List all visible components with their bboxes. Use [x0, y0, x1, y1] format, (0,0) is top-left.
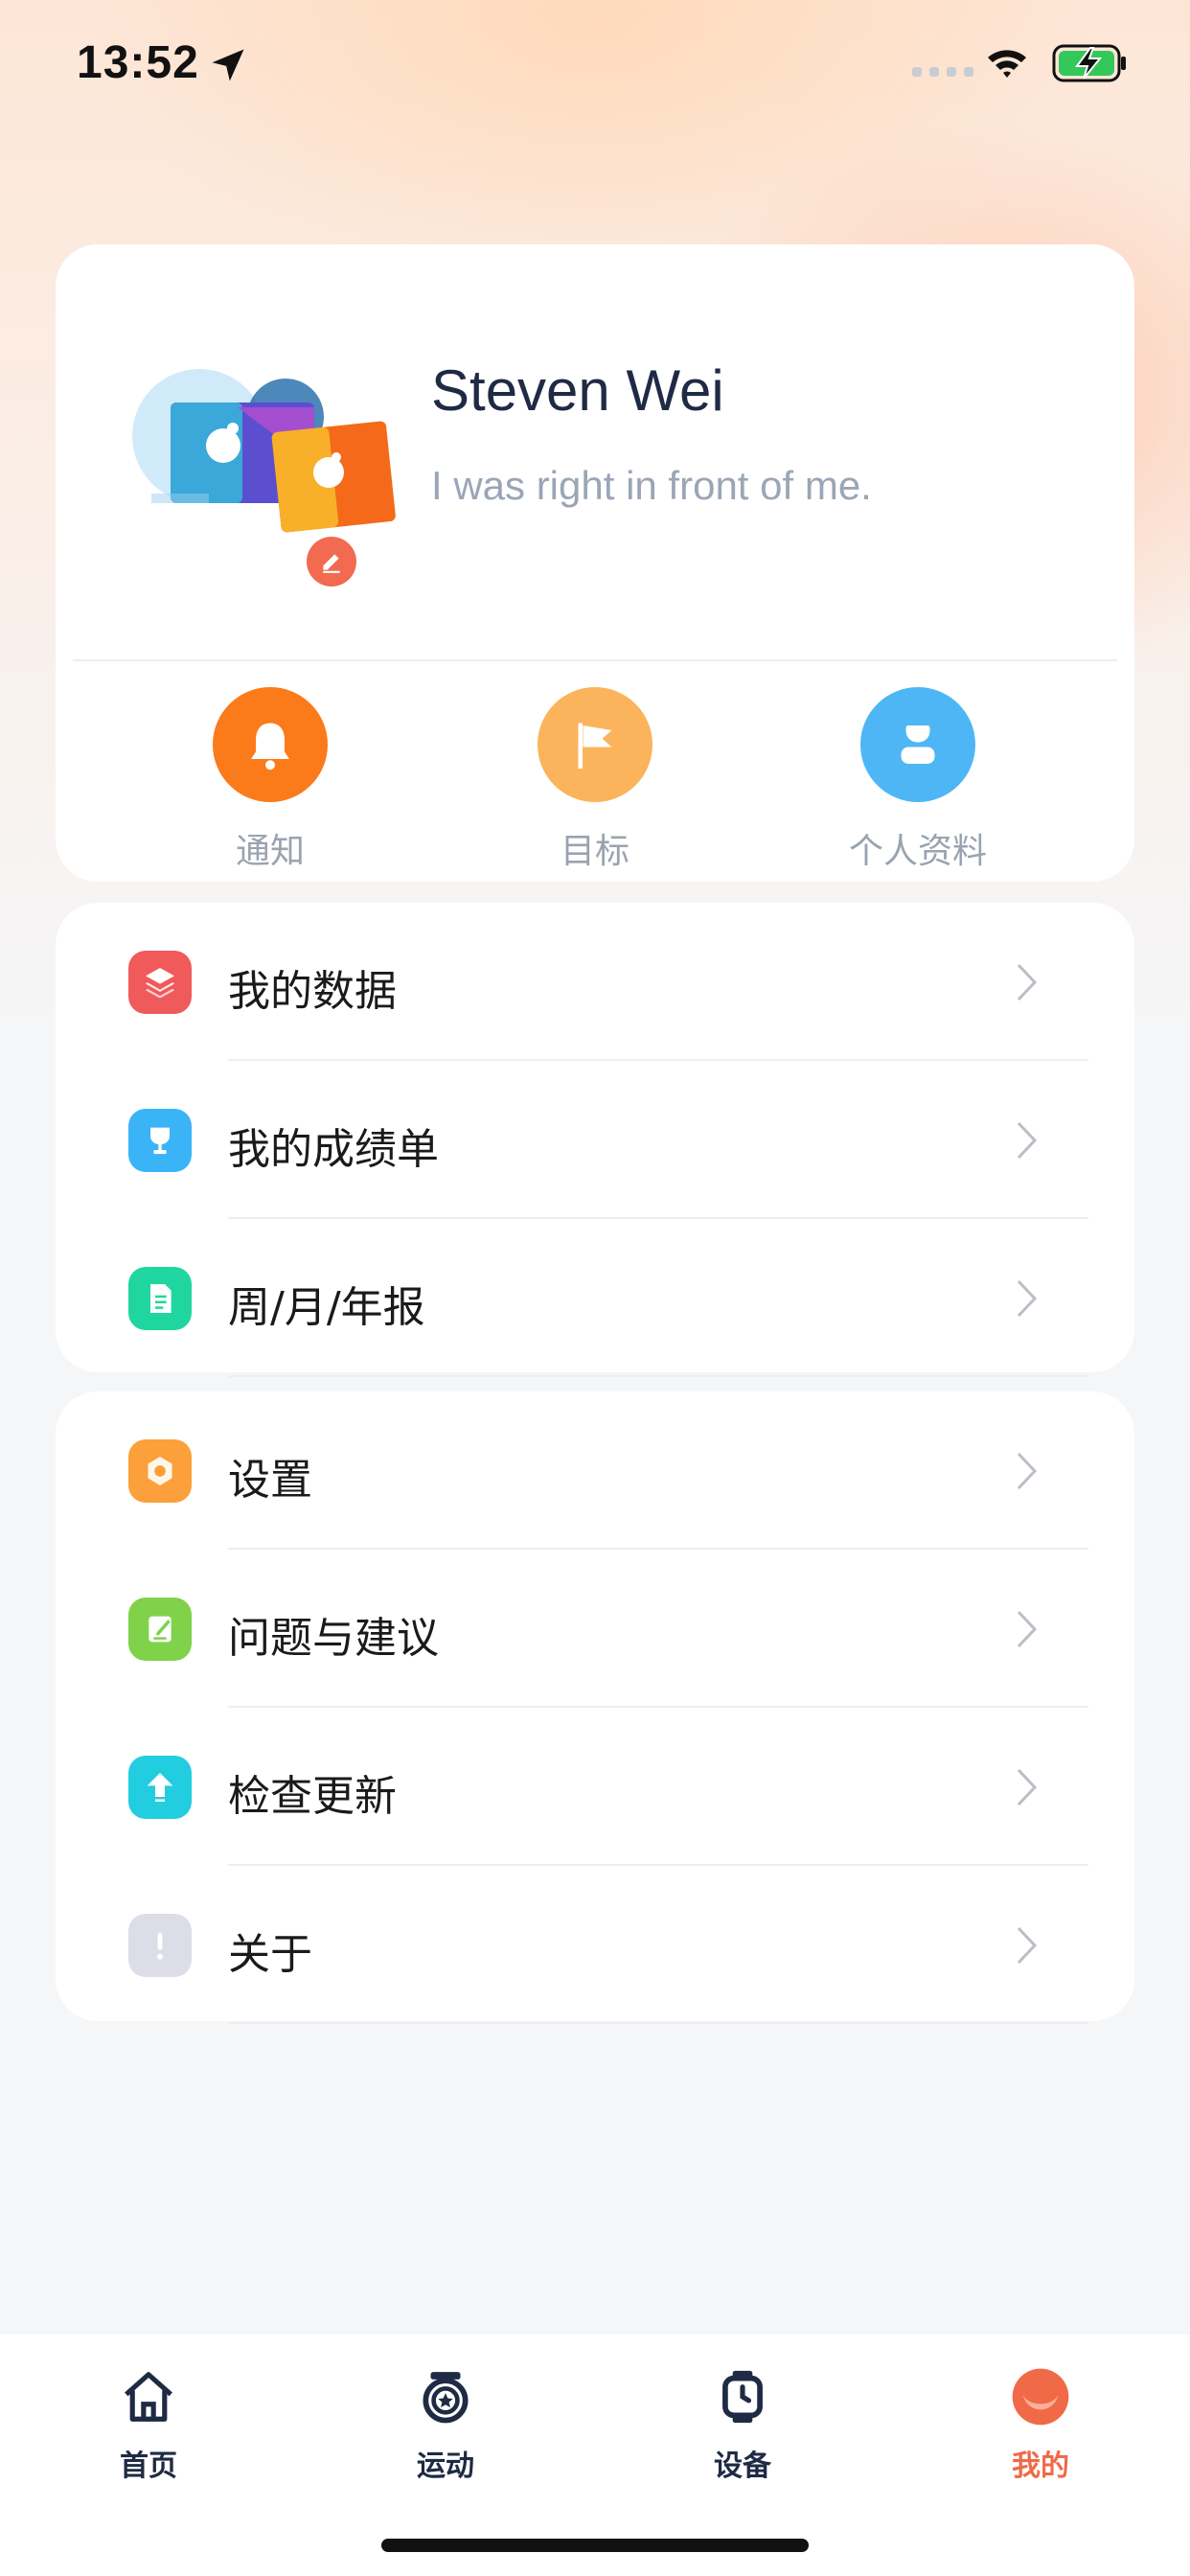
quick-action-label: 通知	[235, 832, 305, 871]
quick-action-profile[interactable]: 个人资料	[812, 687, 1023, 873]
profile-name: Steven Wei	[431, 358, 724, 423]
trophy-icon	[128, 1109, 192, 1172]
menu-item-label: 周/月/年报	[228, 1283, 425, 1332]
quick-action-goals[interactable]: 目标	[490, 687, 700, 873]
divider	[228, 1375, 1088, 1377]
home-icon	[115, 2363, 182, 2430]
menu-item-transcript[interactable]: 我的成绩单	[56, 1061, 1134, 1219]
layers-icon	[128, 951, 192, 1014]
quick-action-label: 目标	[560, 832, 629, 871]
menu-item-label: 问题与建议	[228, 1614, 439, 1663]
profile-card: Steven Wei I was right in front of me. 通…	[56, 244, 1134, 882]
avatar[interactable]	[132, 350, 420, 589]
status-bar: 13:52	[0, 0, 1190, 125]
chevron-right-icon	[1017, 1768, 1038, 1806]
edit-avatar-button[interactable]	[307, 537, 356, 586]
menu-item-settings[interactable]: 设置	[56, 1392, 1134, 1550]
chevron-right-icon	[1017, 1121, 1038, 1160]
document-icon	[128, 1267, 192, 1330]
menu-item-label: 我的成绩单	[228, 1125, 439, 1174]
tab-label: 首页	[120, 2450, 177, 2483]
menu-item-label: 关于	[228, 1930, 312, 1979]
gear-icon	[128, 1439, 192, 1503]
battery-charging-icon	[1052, 44, 1126, 82]
status-time: 13:52	[77, 37, 199, 88]
quick-action-notifications[interactable]: 通知	[165, 687, 376, 873]
upload-icon	[128, 1756, 192, 1819]
profile-bio: I was right in front of me.	[431, 463, 872, 508]
info-icon	[128, 1914, 192, 1977]
bell-icon	[213, 687, 328, 802]
feedback-icon	[128, 1598, 192, 1661]
profile-tab-icon	[1007, 2363, 1074, 2430]
home-indicator[interactable]	[381, 2539, 809, 2552]
menu-item-about[interactable]: 关于	[56, 1866, 1134, 2024]
location-arrow-icon	[212, 49, 244, 81]
chevron-right-icon	[1017, 1279, 1038, 1318]
tab-device[interactable]: 设备	[647, 2363, 838, 2484]
watch-icon	[709, 2363, 776, 2430]
chevron-right-icon	[1017, 1452, 1038, 1490]
quick-action-label: 个人资料	[848, 832, 987, 871]
wifi-icon	[988, 50, 1026, 78]
chevron-right-icon	[1017, 1926, 1038, 1965]
sport-icon	[412, 2363, 479, 2430]
tab-label: 设备	[714, 2450, 771, 2483]
menu-item-label: 设置	[228, 1456, 312, 1505]
menu-group-data: 我的数据 我的成绩单 周/月/年报	[56, 903, 1134, 1377]
user-icon	[860, 687, 975, 802]
tab-mine[interactable]: 我的	[945, 2363, 1136, 2484]
chevron-right-icon	[1017, 1610, 1038, 1648]
menu-item-label: 检查更新	[228, 1772, 397, 1821]
tab-label: 运动	[417, 2450, 474, 2483]
menu-item-reports[interactable]: 周/月/年报	[56, 1219, 1134, 1377]
flag-icon	[538, 687, 652, 802]
menu-item-feedback[interactable]: 问题与建议	[56, 1550, 1134, 1708]
tab-label: 我的	[1012, 2450, 1069, 2483]
menu-item-label: 我的数据	[228, 967, 397, 1016]
avatar-image	[132, 369, 396, 533]
menu-item-check-update[interactable]: 检查更新	[56, 1708, 1134, 1866]
menu-item-my-data[interactable]: 我的数据	[56, 903, 1134, 1061]
pencil-icon	[323, 554, 340, 573]
tab-sport[interactable]: 运动	[350, 2363, 541, 2484]
divider	[73, 659, 1117, 661]
cellular-signal-icon	[912, 67, 973, 77]
menu-group-app: 设置 问题与建议 检查更新 关于	[56, 1392, 1134, 2024]
divider	[228, 2022, 1088, 2024]
tab-home[interactable]: 首页	[53, 2363, 244, 2484]
chevron-right-icon	[1017, 963, 1038, 1001]
